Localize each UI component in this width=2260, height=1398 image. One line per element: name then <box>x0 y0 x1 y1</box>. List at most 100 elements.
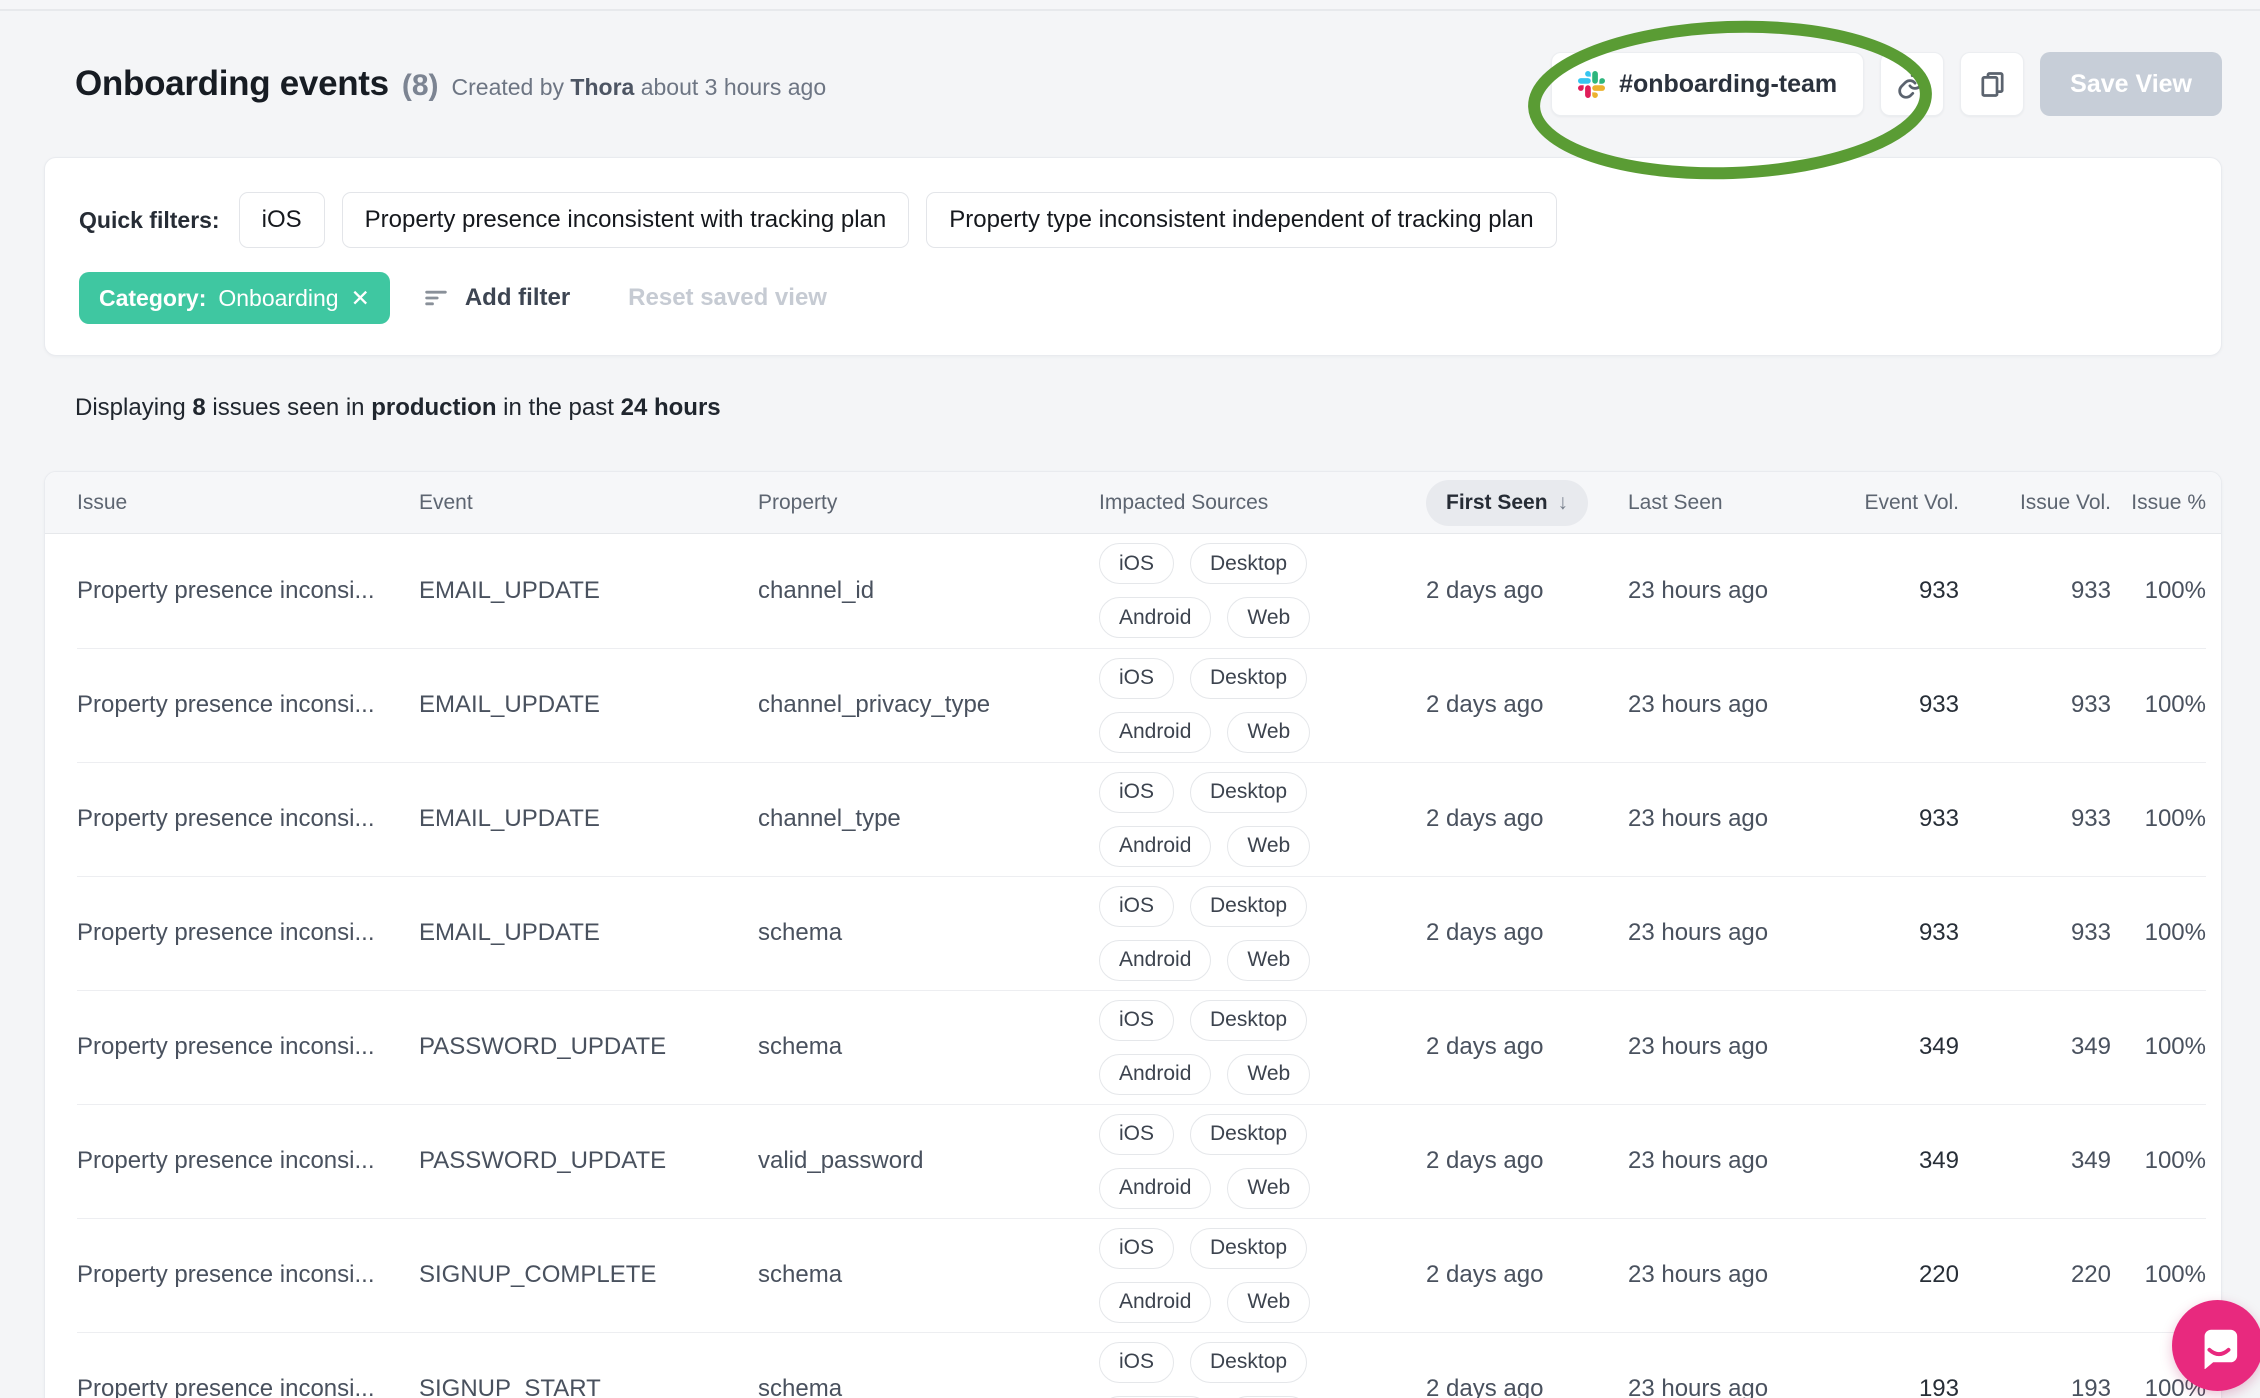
event-cell: PASSWORD_UPDATE <box>419 989 758 1104</box>
issues-table-card: Issue Event Property Impacted Sources Fi… <box>44 471 2222 1398</box>
column-header-impacted-sources[interactable]: Impacted Sources <box>1099 472 1426 534</box>
quick-filter-button-0[interactable]: iOS <box>238 192 325 248</box>
first-seen-cell: 2 days ago <box>1426 989 1628 1104</box>
event-vol-cell: 349 <box>1828 989 1959 1104</box>
column-header-issue[interactable]: Issue <box>77 472 419 534</box>
first-seen-cell: 2 days ago <box>1426 875 1628 990</box>
source-pill: Android <box>1099 597 1212 639</box>
issue-vol-cell: 933 <box>1959 647 2111 762</box>
source-pill: Android <box>1099 1281 1212 1323</box>
source-pill: Android <box>1099 711 1212 753</box>
table-row[interactable]: Property presence inconsi... EMAIL_UPDAT… <box>77 534 2206 648</box>
event-cell: EMAIL_UPDATE <box>419 761 758 876</box>
save-view-button[interactable]: Save View <box>2040 52 2222 116</box>
impacted-sources-cell: iOSDesktopAndroidWeb <box>1099 989 1426 1104</box>
column-header-event-vol[interactable]: Event Vol. <box>1828 472 1959 534</box>
slack-channel-button[interactable]: #onboarding-team <box>1551 52 1865 116</box>
event-vol-cell: 933 <box>1828 647 1959 762</box>
issue-cell: Property presence inconsi... <box>77 647 419 762</box>
table-row[interactable]: Property presence inconsi... EMAIL_UPDAT… <box>77 875 2206 990</box>
column-header-last-seen[interactable]: Last Seen <box>1628 472 1828 534</box>
duplicate-view-button[interactable] <box>1960 52 2025 116</box>
summary-count: 8 <box>192 394 206 421</box>
table-row[interactable]: Property presence inconsi... PASSWORD_UP… <box>77 1103 2206 1218</box>
property-cell: valid_password <box>758 1103 1099 1218</box>
table-row[interactable]: Property presence inconsi... EMAIL_UPDAT… <box>77 647 2206 762</box>
copy-icon <box>1977 69 2008 100</box>
table-row[interactable]: Property presence inconsi... PASSWORD_UP… <box>77 989 2206 1104</box>
source-pill: Desktop <box>1190 885 1308 927</box>
source-pill: Desktop <box>1190 1341 1308 1383</box>
chat-launcher-button[interactable] <box>2172 1300 2260 1391</box>
issue-cell: Property presence inconsi... <box>77 1331 419 1398</box>
issue-pct-cell: 100% <box>2144 576 2206 604</box>
add-filter-label: Add filter <box>464 284 571 311</box>
source-pill: Web <box>1227 825 1311 867</box>
sort-pill[interactable]: First Seen ↓ <box>1426 480 1589 526</box>
source-pill: Android <box>1099 1053 1212 1095</box>
first-seen-cell: 2 days ago <box>1426 1103 1628 1218</box>
quick-filters-row: Quick filters: iOS Property presence inco… <box>79 192 2189 248</box>
category-filter-chip[interactable]: Category: Onboarding ✕ <box>79 272 390 324</box>
impacted-sources-cell: iOSDesktopAndroidWeb <box>1099 1103 1426 1218</box>
event-vol-cell: 220 <box>1828 1217 1959 1332</box>
source-pill: Desktop <box>1190 1227 1308 1269</box>
issue-vol-cell: 349 <box>1959 1103 2111 1218</box>
first-seen-cell: 2 days ago <box>1426 1331 1628 1398</box>
table-row[interactable]: Property presence inconsi... SIGNUP_COMP… <box>77 1217 2206 1332</box>
property-cell: channel_id <box>758 576 875 604</box>
issue-cell: Property presence inconsi... <box>77 1217 419 1332</box>
event-vol-cell: 933 <box>1918 576 1959 604</box>
event-cell: EMAIL_UPDATE <box>419 576 600 604</box>
event-vol-cell: 933 <box>1828 875 1959 990</box>
event-vol-cell: 193 <box>1828 1331 1959 1398</box>
created-prefix: Created by <box>451 74 565 100</box>
source-pill: iOS <box>1099 657 1175 699</box>
event-cell: EMAIL_UPDATE <box>419 647 758 762</box>
source-pill: Android <box>1099 939 1212 981</box>
source-pill: iOS <box>1099 1113 1175 1155</box>
issue-pct-cell: 100% <box>2111 761 2206 876</box>
property-cell: schema <box>758 1217 1099 1332</box>
first-seen-cell: 2 days ago <box>1426 761 1628 876</box>
column-header-first-seen[interactable]: First Seen ↓ <box>1426 472 1628 534</box>
summary-range: 24 hours <box>620 394 721 421</box>
remove-filter-icon[interactable]: ✕ <box>351 286 370 310</box>
filters-panel: Quick filters: iOS Property presence inco… <box>44 157 2222 356</box>
source-pill: Web <box>1227 939 1311 981</box>
issue-cell: Property presence inconsi... <box>77 576 375 604</box>
quick-filters-label: Quick filters: <box>79 206 220 233</box>
issue-vol-cell: 933 <box>2070 576 2111 604</box>
table-row[interactable]: Property presence inconsi... EMAIL_UPDAT… <box>77 761 2206 876</box>
impacted-sources-cell: iOSDesktopAndroidWeb <box>1099 761 1426 876</box>
impacted-sources-cell: iOSDesktopAndroidWeb <box>1099 1331 1426 1398</box>
column-header-issue-vol[interactable]: Issue Vol. <box>1959 472 2111 534</box>
event-cell: SIGNUP_START <box>419 1331 758 1398</box>
quick-filter-button-1[interactable]: Property presence inconsistent with trac… <box>341 192 910 248</box>
slack-button-wrap: #onboarding-team <box>1528 20 1932 180</box>
add-filter-button[interactable]: Add filter <box>422 284 570 312</box>
reset-saved-view-button[interactable]: Reset saved view <box>628 284 827 312</box>
issue-pct-cell: 100% <box>2111 875 2206 990</box>
source-pill: iOS <box>1099 885 1175 927</box>
last-seen-cell: 23 hours ago <box>1628 1103 1828 1218</box>
column-header-property[interactable]: Property <box>758 472 1099 534</box>
source-pill: Desktop <box>1190 1113 1308 1155</box>
created-name: Thora <box>570 74 635 100</box>
last-seen-cell: 23 hours ago <box>1628 761 1828 876</box>
slack-channel-label: #onboarding-team <box>1619 69 1838 98</box>
column-header-event[interactable]: Event <box>419 472 758 534</box>
column-header-issue-pct[interactable]: Issue % <box>2111 472 2206 534</box>
impacted-sources-cell: iOSDesktopAndroidWeb <box>1099 647 1426 762</box>
source-pill: Web <box>1227 711 1311 753</box>
source-pill: iOS <box>1099 1227 1175 1269</box>
copy-link-button[interactable] <box>1880 52 1945 116</box>
quick-filter-button-2[interactable]: Property type inconsistent independent o… <box>926 192 1557 248</box>
property-cell: channel_type <box>758 761 1099 876</box>
property-cell: schema <box>758 875 1099 990</box>
source-pill: Web <box>1227 597 1311 639</box>
table-row[interactable]: Property presence inconsi... SIGNUP_STAR… <box>77 1331 2206 1398</box>
source-pill: iOS <box>1099 1341 1175 1383</box>
link-icon <box>1897 69 1928 100</box>
first-seen-cell: 2 days ago <box>1426 576 1544 604</box>
